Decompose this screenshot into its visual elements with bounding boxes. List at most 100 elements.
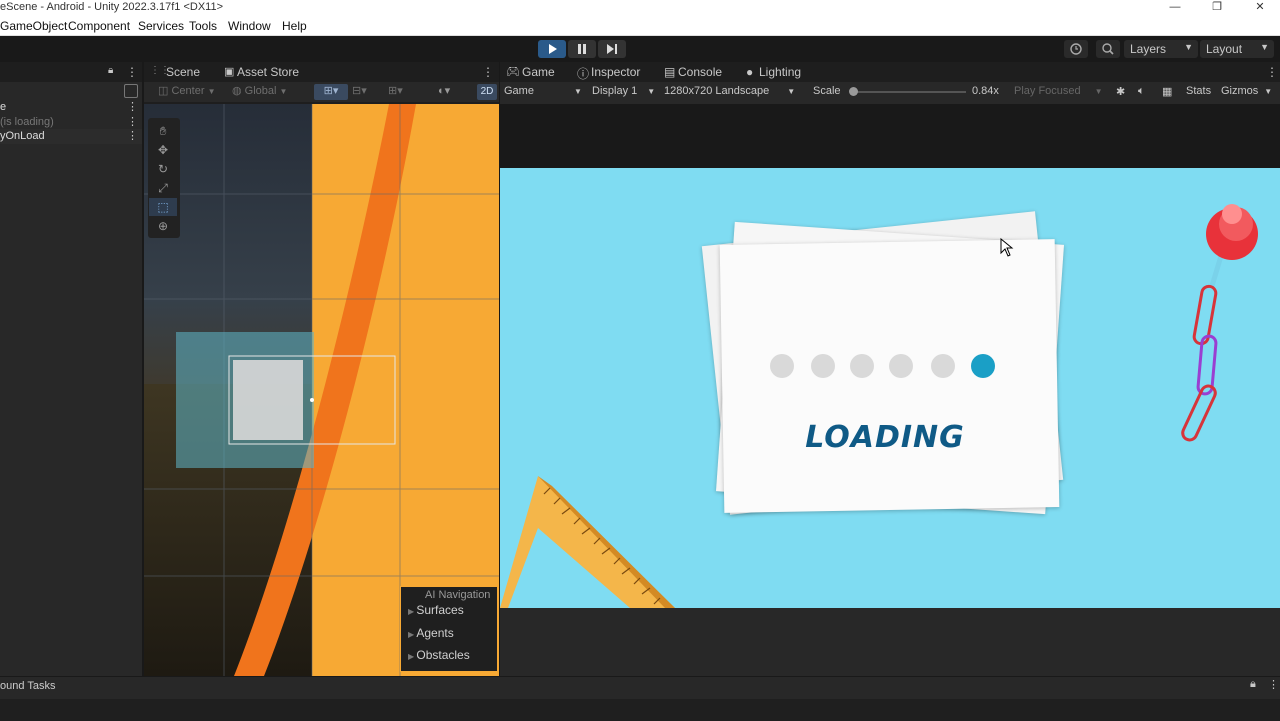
space-label: Global: [244, 85, 277, 97]
kebab-menu-icon[interactable]: ⋮: [1268, 678, 1279, 691]
snap-toggle[interactable]: ⊞▾: [314, 84, 348, 100]
pivot-dropdown[interactable]: ◫ Center ▼: [158, 84, 224, 100]
menu-help[interactable]: Help: [282, 19, 307, 33]
view-label: Game: [504, 85, 534, 97]
layout-dropdown[interactable]: Layout ▼: [1200, 40, 1274, 58]
ai-navigation-title: AI Navigation: [425, 589, 491, 601]
scene-toolbar: ◫ Center ▼ ◍ Global ▼ ⊞▾ ⊟▾ ⊞▾ ◐▾ 2D: [144, 82, 499, 102]
bug-icon[interactable]: ✱: [1116, 85, 1125, 98]
scale-value: 0.84x: [972, 85, 999, 97]
kebab-menu-icon[interactable]: ⋮: [127, 129, 138, 142]
transform-tool-icon[interactable]: ⊕: [149, 217, 177, 235]
scene-panel: ⋮⋮ Scene ▣ Asset Store ⋮ ◫ Center ▼ ◍ Gl…: [144, 62, 499, 676]
search-icon: [1102, 43, 1114, 55]
move-tool-icon[interactable]: ✥: [149, 141, 177, 159]
menu-bar: GameObject Component Services Tools Wind…: [0, 16, 1280, 36]
hierarchy-row[interactable]: (is loading) ⋮: [0, 115, 142, 130]
lightbulb-icon: ●: [746, 65, 754, 79]
minimize-button[interactable]: —: [1155, 0, 1195, 16]
tab-inspector[interactable]: Inspector: [591, 65, 640, 79]
render-mode-dropdown[interactable]: ◐▾: [438, 84, 468, 100]
display-dropdown[interactable]: Display 1 ▼: [592, 85, 655, 97]
play-focused-dropdown[interactable]: Play Focused ▼: [1014, 85, 1103, 97]
play-button[interactable]: [538, 40, 566, 58]
scale-slider[interactable]: [849, 87, 966, 96]
search-button[interactable]: [1096, 40, 1120, 58]
scale-tool-icon[interactable]: ⤢: [149, 179, 177, 197]
menu-component[interactable]: Component: [68, 19, 130, 33]
pushpin-illustration: [1181, 204, 1258, 442]
kebab-menu-icon[interactable]: ⋮: [127, 115, 138, 128]
hierarchy-row[interactable]: yOnLoad ⋮: [0, 129, 142, 144]
main-toolbar: Layers ▼ Layout ▼: [0, 36, 1280, 62]
hierarchy-item-label: e: [0, 101, 7, 113]
gamepad-icon: 🎮︎: [506, 66, 520, 78]
hierarchy-search[interactable]: [0, 82, 142, 102]
hierarchy-tab-bar: 🔒︎ ⋮: [0, 62, 142, 82]
asset-store-icon: ▣: [224, 66, 235, 78]
step-button[interactable]: [598, 40, 626, 58]
tab-game[interactable]: Game: [522, 65, 555, 79]
menu-services[interactable]: Services: [138, 19, 184, 33]
maximize-button[interactable]: ❐: [1197, 0, 1237, 16]
game-panel: 🎮︎ Game ⓘ Inspector ▤ Console ● Lighting…: [500, 62, 1280, 676]
scale-label: Scale: [813, 85, 841, 97]
space-dropdown[interactable]: ◍ Global ▼: [232, 84, 296, 100]
history-button[interactable]: [1064, 40, 1088, 58]
chevron-down-icon: ▼: [1264, 87, 1273, 96]
globe-icon: ◍: [232, 85, 242, 97]
kebab-menu-icon[interactable]: ⋮: [1266, 65, 1278, 79]
loading-dot: [811, 354, 835, 378]
mute-audio-icon[interactable]: 🔈︎: [1138, 85, 1145, 98]
tab-console[interactable]: Console: [678, 65, 722, 79]
kebab-menu-icon[interactable]: ⋮: [482, 65, 494, 79]
ruler-illustration: [500, 476, 675, 608]
lock-icon[interactable]: 🔒︎: [108, 65, 113, 76]
step-icon: [607, 44, 617, 54]
resolution-label: 1280x720 Landscape: [664, 85, 770, 97]
ai-nav-item-agents[interactable]: ▶ Agents: [408, 626, 454, 640]
mouse-cursor-icon: [1000, 238, 1014, 257]
stats-button[interactable]: Stats: [1186, 85, 1211, 97]
gizmos-dropdown[interactable]: Gizmos ▼: [1221, 85, 1272, 97]
ai-nav-label: Surfaces: [416, 603, 464, 617]
chevron-down-icon: ▼: [207, 87, 216, 96]
pivot-handle[interactable]: [310, 398, 314, 402]
play-focused-label: Play Focused: [1014, 85, 1081, 97]
history-icon: [1070, 43, 1082, 55]
loading-dot: [931, 354, 955, 378]
lock-icon[interactable]: 🔒︎: [1250, 678, 1256, 691]
status-bar: ound Tasks 🔒︎ ⋮: [0, 676, 1280, 721]
toggle-2d-button[interactable]: 2D: [477, 84, 497, 100]
tab-asset-store[interactable]: Asset Store: [237, 65, 299, 79]
ai-nav-item-surfaces[interactable]: ▶ Surfaces: [408, 603, 464, 617]
view-dropdown[interactable]: Game ▼: [504, 85, 582, 97]
ai-nav-item-obstacles[interactable]: ▶ Obstacles: [408, 648, 470, 662]
display-label: Display 1: [592, 85, 638, 97]
resolution-dropdown[interactable]: 1280x720 Landscape ▼: [664, 85, 795, 97]
scene-tab-bar: ⋮⋮ Scene ▣ Asset Store ⋮: [144, 62, 499, 82]
loading-dot: [850, 354, 874, 378]
kebab-menu-icon[interactable]: ⋮: [127, 100, 138, 113]
rotate-tool-icon[interactable]: ↻: [149, 160, 177, 178]
chevron-down-icon: ▼: [647, 87, 656, 96]
layers-dropdown[interactable]: Layers ▼: [1124, 40, 1198, 58]
menu-gameobject[interactable]: GameObject: [0, 19, 67, 33]
kebab-menu-icon[interactable]: ⋮: [126, 65, 138, 79]
menu-tools[interactable]: Tools: [189, 19, 217, 33]
tab-lighting[interactable]: Lighting: [759, 65, 801, 79]
rect-tool-icon[interactable]: ⬚: [149, 198, 177, 216]
hierarchy-row[interactable]: e ⋮: [0, 100, 142, 115]
gizmos-label: Gizmos: [1221, 85, 1259, 97]
tab-scene[interactable]: Scene: [166, 65, 200, 79]
grid-snap-toggle[interactable]: ⊟▾: [352, 84, 382, 100]
game-viewport[interactable]: LOADING: [500, 168, 1280, 608]
scale-slider-handle[interactable]: [849, 87, 858, 96]
increment-snap-toggle[interactable]: ⊞▾: [388, 84, 418, 100]
pause-button[interactable]: [568, 40, 596, 58]
menu-window[interactable]: Window: [228, 19, 271, 33]
info-icon: ⓘ: [577, 67, 590, 81]
chevron-down-icon: ▼: [1184, 42, 1193, 52]
hand-tool-icon[interactable]: ✋︎: [149, 122, 177, 140]
close-button[interactable]: ✕: [1240, 0, 1280, 16]
